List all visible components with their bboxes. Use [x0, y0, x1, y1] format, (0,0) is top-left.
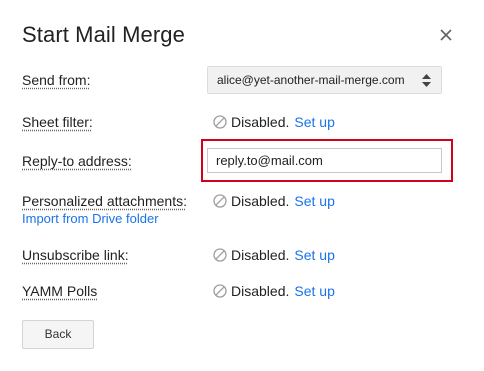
import-from-drive-link[interactable]: Import from Drive folder	[22, 211, 159, 226]
sheet-filter-status: Disabled. Set up	[213, 114, 335, 130]
attachments-status: Disabled. Set up	[213, 193, 335, 209]
unsubscribe-status: Disabled. Set up	[213, 247, 335, 263]
polls-status: Disabled. Set up	[213, 283, 335, 299]
sheet-filter-label: Sheet filter:	[22, 114, 93, 130]
disabled-icon	[213, 248, 227, 262]
start-mail-merge-dialog: Start Mail Merge Send from: alice@yet-an…	[0, 0, 484, 371]
reply-to-label: Reply-to address:	[22, 153, 132, 169]
unsubscribe-setup-link[interactable]: Set up	[294, 247, 334, 263]
attachments-setup-link[interactable]: Set up	[294, 193, 334, 209]
polls-status-text: Disabled.	[231, 283, 290, 299]
send-from-selected-value: alice@yet-another-mail-merge.com	[217, 73, 405, 87]
unsubscribe-label: Unsubscribe link:	[22, 247, 129, 263]
disabled-icon	[213, 115, 227, 129]
polls-label: YAMM Polls	[22, 283, 98, 299]
close-icon[interactable]	[436, 25, 456, 45]
sheet-filter-setup-link[interactable]: Set up	[294, 114, 334, 130]
disabled-icon	[213, 284, 227, 298]
send-from-label: Send from:	[22, 72, 91, 88]
sheet-filter-status-text: Disabled.	[231, 114, 290, 130]
send-from-select[interactable]: alice@yet-another-mail-merge.com	[207, 66, 442, 94]
back-button[interactable]: Back	[22, 320, 94, 349]
unsubscribe-status-text: Disabled.	[231, 247, 290, 263]
attachments-label: Personalized attachments:	[22, 193, 187, 209]
select-arrows-icon	[422, 74, 431, 87]
polls-setup-link[interactable]: Set up	[294, 283, 334, 299]
reply-to-input[interactable]	[207, 148, 442, 173]
dialog-title: Start Mail Merge	[22, 22, 185, 47]
disabled-icon	[213, 194, 227, 208]
attachments-status-text: Disabled.	[231, 193, 290, 209]
